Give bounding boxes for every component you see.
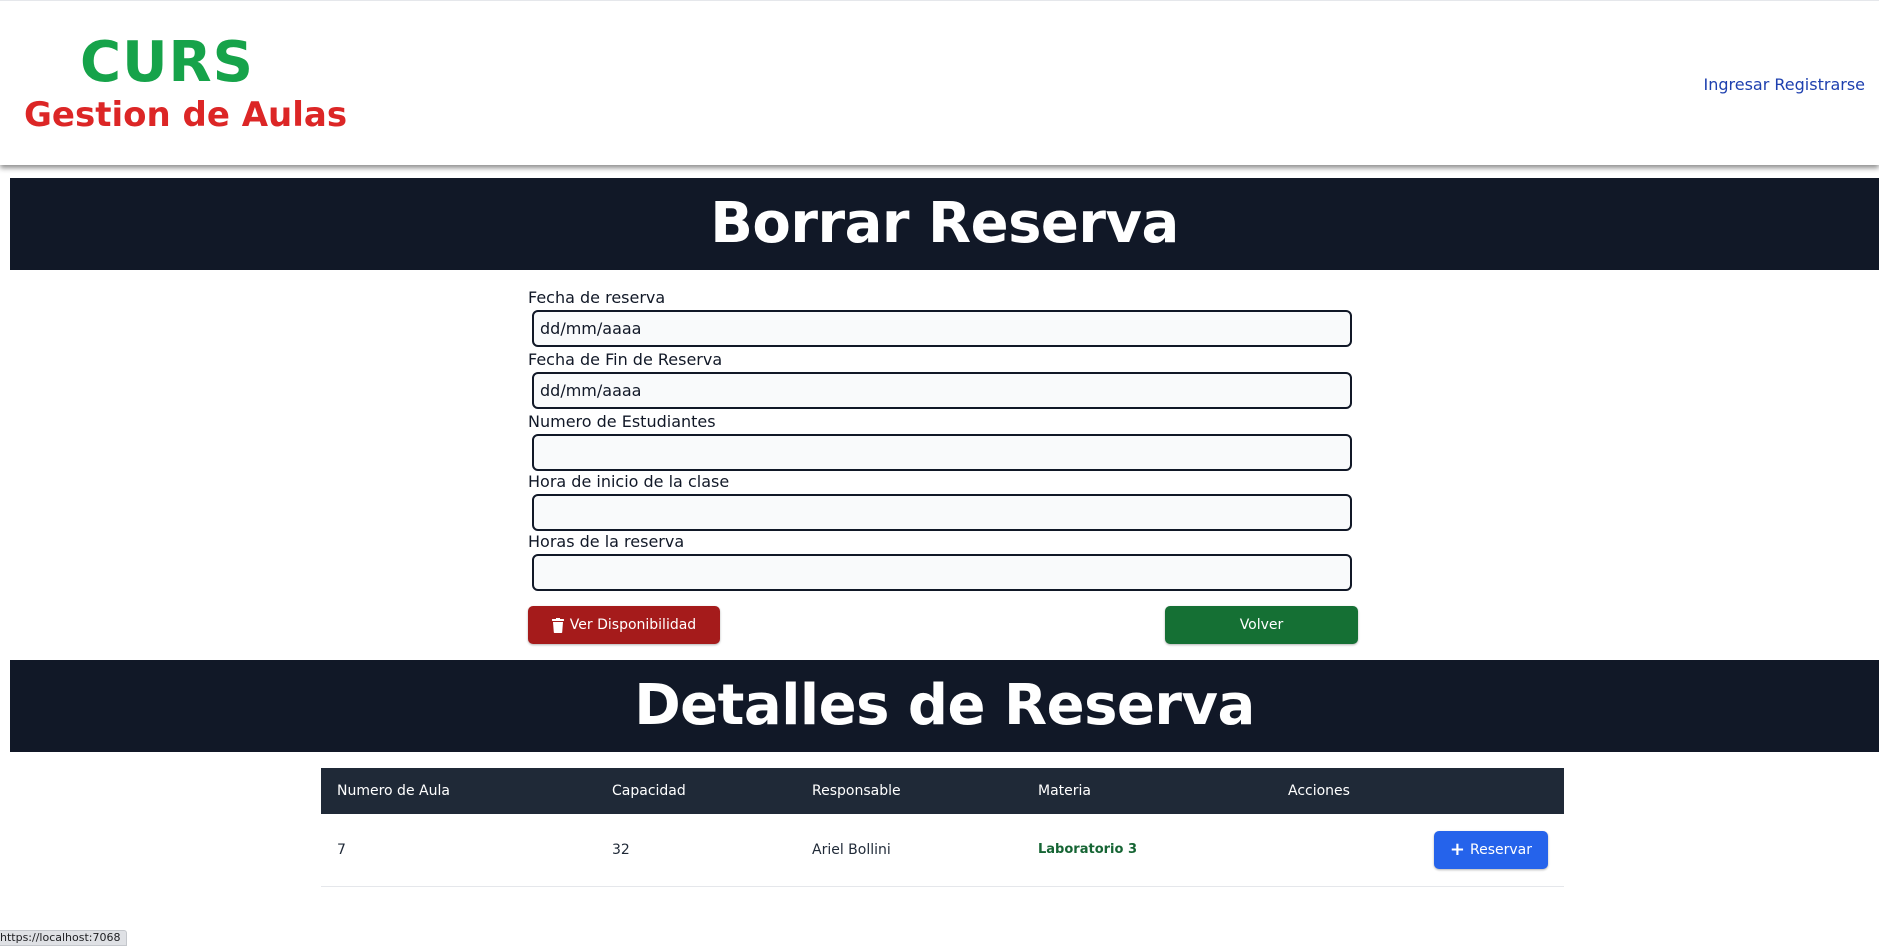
column-header-capacidad: Capacidad <box>612 783 686 799</box>
table-body: 7 32 Ariel Bollini Laboratorio 3 + Reser… <box>321 814 1564 886</box>
column-header-acciones: Acciones <box>1288 783 1350 799</box>
status-bar-url: https://localhost:7068 <box>0 930 127 946</box>
form-section-banner: Borrar Reserva <box>10 178 1879 270</box>
cell-capacidad: 32 <box>612 841 630 858</box>
students-label: Numero de Estudiantes <box>528 412 716 431</box>
reservation-form: Fecha de reserva Fecha de Fin de Reserva… <box>528 288 1358 592</box>
hours-label: Horas de la reserva <box>528 532 685 551</box>
hours-input[interactable] <box>532 554 1352 591</box>
plus-icon: + <box>1449 838 1465 860</box>
column-header-responsable: Responsable <box>812 783 901 799</box>
start-time-input[interactable] <box>532 494 1352 531</box>
end-date-input[interactable] <box>532 372 1352 409</box>
cell-responsable: Ariel Bollini <box>812 841 891 858</box>
back-label: Volver <box>1239 617 1284 633</box>
top-navbar: CURS Gestion de Aulas Ingresar Registrar… <box>0 0 1879 165</box>
students-input[interactable] <box>532 434 1352 471</box>
brand-title: CURS <box>79 30 255 95</box>
cell-aula: 7 <box>337 841 346 858</box>
form-actions: Ver Disponibilidad Volver <box>528 606 1358 644</box>
details-table-container: Numero de Aula Capacidad Responsable Mat… <box>321 768 1564 887</box>
table-header-row: Numero de Aula Capacidad Responsable Mat… <box>321 768 1564 814</box>
login-link[interactable]: Ingresar <box>1704 75 1770 94</box>
back-button[interactable]: Volver <box>1165 606 1358 644</box>
form-section-title: Borrar Reserva <box>710 191 1179 256</box>
start-date-input[interactable] <box>532 310 1352 347</box>
cell-materia: Laboratorio 3 <box>1038 842 1137 858</box>
hours-field: Horas de la reserva <box>528 532 1358 592</box>
end-date-field: Fecha de Fin de Reserva <box>528 350 1358 412</box>
start-date-field: Fecha de reserva <box>528 288 1358 350</box>
cell-acciones: + Reservar <box>1272 814 1564 886</box>
register-link[interactable]: Registrarse <box>1774 75 1865 94</box>
brand-subtitle: Gestion de Aulas <box>24 95 348 135</box>
details-section-title: Detalles de Reserva <box>634 673 1255 738</box>
column-header-materia: Materia <box>1038 783 1091 799</box>
page: CURS Gestion de Aulas Ingresar Registrar… <box>0 0 1879 946</box>
end-date-label: Fecha de Fin de Reserva <box>528 350 723 369</box>
trash-icon <box>551 617 564 633</box>
reservar-button[interactable]: + Reservar <box>1433 830 1548 869</box>
details-table: Numero de Aula Capacidad Responsable Mat… <box>321 768 1564 887</box>
reservar-label: Reservar <box>1470 841 1532 858</box>
start-date-label: Fecha de reserva <box>528 288 666 307</box>
start-time-field: Hora de inicio de la clase <box>528 472 1358 532</box>
brand-logo[interactable]: CURS Gestion de Aulas <box>24 30 348 136</box>
column-header-aula: Numero de Aula <box>337 783 450 799</box>
auth-nav: Ingresar Registrarse <box>1704 75 1866 94</box>
check-availability-button[interactable]: Ver Disponibilidad <box>528 606 720 644</box>
details-section-banner: Detalles de Reserva <box>10 660 1879 752</box>
check-availability-label: Ver Disponibilidad <box>569 617 697 633</box>
students-field: Numero de Estudiantes <box>528 412 1358 472</box>
table-header: Numero de Aula Capacidad Responsable Mat… <box>321 768 1564 814</box>
start-time-label: Hora de inicio de la clase <box>528 472 730 491</box>
table-row: 7 32 Ariel Bollini Laboratorio 3 + Reser… <box>321 814 1564 886</box>
